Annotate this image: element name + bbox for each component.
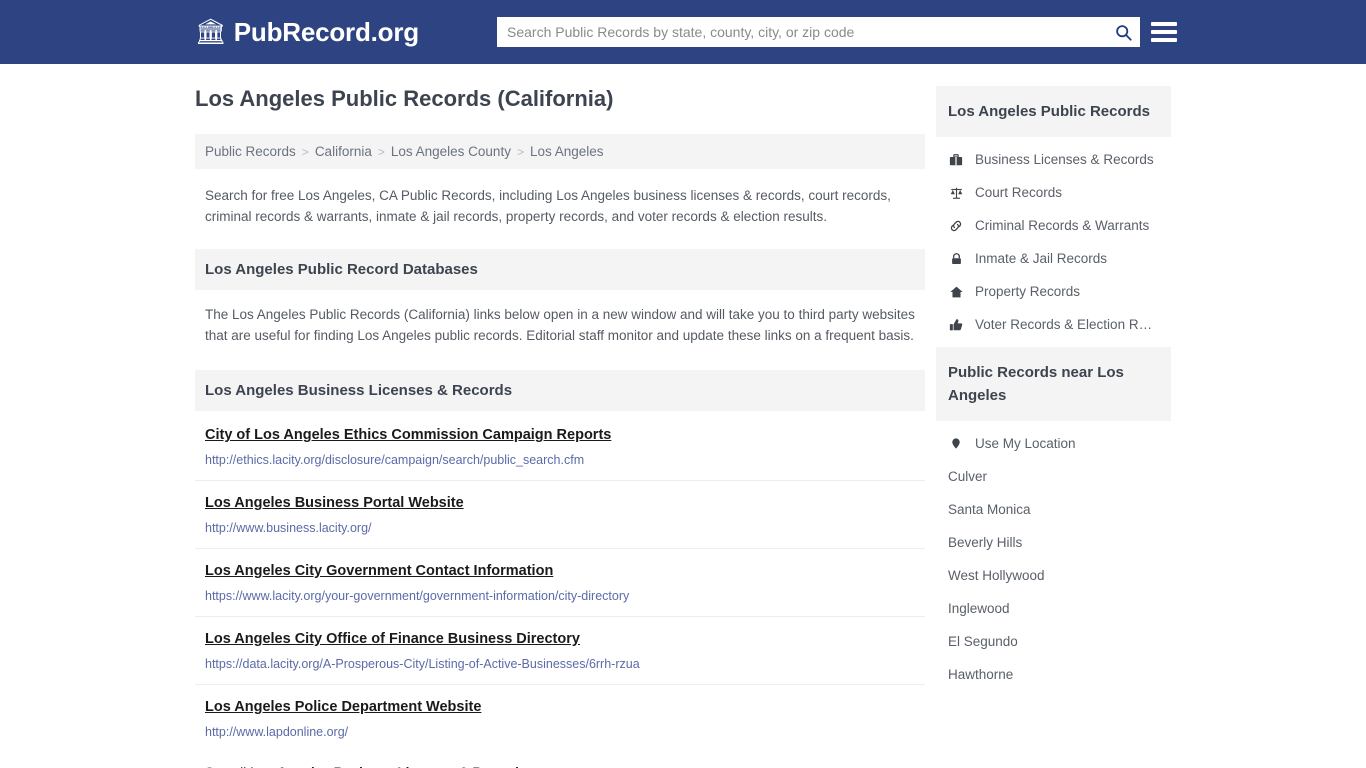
sidebar-item-use-my-location[interactable]: Use My Location: [936, 427, 1171, 460]
records-panel-heading: Los Angeles Public Records: [936, 86, 1171, 137]
breadcrumb-item-public-records[interactable]: Public Records: [205, 144, 296, 159]
sidebar-item-label: Property Records: [975, 284, 1081, 299]
intro-paragraph: Search for free Los Angeles, CA Public R…: [205, 188, 891, 224]
business-licenses-heading: Los Angeles Business Licenses & Records: [195, 370, 925, 411]
records-panel: Los Angeles Public Records Business Lice…: [936, 86, 1171, 341]
briefcase-icon: [948, 153, 964, 167]
list-item: City of Los Angeles Ethics Commission Ca…: [195, 413, 925, 481]
sidebar-item-label: Culver: [948, 469, 988, 484]
databases-heading: Los Angeles Public Record Databases: [195, 249, 925, 290]
record-link-title[interactable]: Los Angeles City Government Contact Info…: [205, 563, 553, 579]
nearby-panel-list: Use My Location Culver Santa Monica Beve…: [936, 421, 1171, 691]
list-item: Los Angeles Business Portal Website http…: [195, 481, 925, 549]
sidebar-item-el-segundo[interactable]: El Segundo: [936, 625, 1171, 658]
record-link-url[interactable]: http://www.business.lacity.org/: [205, 521, 915, 535]
sidebar-item-inglewood[interactable]: Inglewood: [936, 592, 1171, 625]
sidebar-item-label: Beverly Hills: [948, 535, 1023, 550]
list-item: Los Angeles City Government Contact Info…: [195, 549, 925, 617]
sidebar-item-property-records[interactable]: Property Records: [936, 275, 1171, 308]
sidebar-item-label: Inglewood: [948, 601, 1010, 616]
brand-name: PubRecord.org: [233, 16, 419, 47]
sidebar-item-label: Business Licenses & Records: [975, 152, 1154, 167]
sidebar-item-label: Santa Monica: [948, 502, 1031, 517]
list-item: Los Angeles Police Department Website ht…: [195, 685, 925, 752]
record-link-title[interactable]: Los Angeles Business Portal Website: [205, 495, 464, 511]
site-logo[interactable]: 🏛 PubRecord.org: [195, 17, 419, 48]
record-link-list: City of Los Angeles Ethics Commission Ca…: [195, 413, 925, 752]
record-link-title[interactable]: Los Angeles Police Department Website: [205, 699, 481, 715]
search-icon: [1115, 24, 1132, 41]
nearby-panel-heading: Public Records near Los Angeles: [936, 347, 1171, 421]
sidebar-item-west-hollywood[interactable]: West Hollywood: [936, 559, 1171, 592]
sidebar-item-santa-monica[interactable]: Santa Monica: [936, 493, 1171, 526]
home-icon: [948, 285, 964, 299]
page-body: Los Angeles Public Records (California) …: [0, 64, 1366, 768]
chain-link-icon: [948, 219, 964, 233]
sidebar-item-label: Use My Location: [975, 436, 1076, 451]
sidebar-item-label: Hawthorne: [948, 667, 1014, 682]
hamburger-bar: [1151, 22, 1177, 26]
sidebar-item-label: Voter Records & Election R…: [975, 317, 1153, 332]
sidebar-item-label: Criminal Records & Warrants: [975, 218, 1150, 233]
hamburger-menu-icon[interactable]: [1151, 19, 1177, 45]
search-button[interactable]: [1106, 17, 1140, 47]
databases-paragraph: The Los Angeles Public Records (Californ…: [205, 307, 915, 343]
sidebar-item-label: West Hollywood: [948, 568, 1045, 583]
site-header: 🏛 PubRecord.org: [0, 0, 1366, 64]
sidebar: Los Angeles Public Records Business Lice…: [936, 64, 1171, 768]
breadcrumb-item-los-angeles[interactable]: Los Angeles: [530, 144, 604, 159]
record-link-url[interactable]: http://www.lapdonline.org/: [205, 725, 915, 739]
thumbs-up-icon: [948, 318, 964, 332]
nearby-panel: Public Records near Los Angeles Use My L…: [936, 347, 1171, 691]
map-pin-icon: [948, 436, 964, 451]
sidebar-item-label: El Segundo: [948, 634, 1018, 649]
sidebar-item-voter-records[interactable]: Voter Records & Election R…: [936, 308, 1171, 341]
chevron-right-icon: >: [516, 144, 524, 159]
sidebar-item-inmate-jail-records[interactable]: Inmate & Jail Records: [936, 242, 1171, 275]
record-link-url[interactable]: https://www.lacity.org/your-government/g…: [205, 589, 915, 603]
hamburger-bar: [1151, 30, 1177, 34]
sidebar-item-hawthorne[interactable]: Hawthorne: [936, 658, 1171, 691]
page-title: Los Angeles Public Records (California): [195, 86, 614, 111]
list-item: Los Angeles City Office of Finance Busin…: [195, 617, 925, 685]
lock-icon: [948, 252, 964, 266]
breadcrumb: Public Records > California > Los Angele…: [195, 134, 925, 169]
sidebar-item-culver[interactable]: Culver: [936, 460, 1171, 493]
bank-icon: 🏛: [195, 17, 227, 46]
sidebar-item-label: Inmate & Jail Records: [975, 251, 1108, 266]
record-link-url[interactable]: https://data.lacity.org/A-Prosperous-Cit…: [205, 657, 915, 671]
sidebar-item-beverly-hills[interactable]: Beverly Hills: [936, 526, 1171, 559]
chevron-right-icon: >: [301, 144, 309, 159]
see-all-row: See all Los Angeles Business Licenses & …: [195, 752, 925, 768]
breadcrumb-item-los-angeles-county[interactable]: Los Angeles County: [391, 144, 511, 159]
scales-of-justice-icon: [948, 186, 964, 200]
search-input[interactable]: [497, 17, 1106, 47]
sidebar-item-court-records[interactable]: Court Records: [936, 176, 1171, 209]
main-content: Los Angeles Public Records (California) …: [195, 64, 925, 768]
record-link-title[interactable]: Los Angeles City Office of Finance Busin…: [205, 631, 580, 647]
search-bar: [497, 17, 1140, 47]
record-link-url[interactable]: http://ethics.lacity.org/disclosure/camp…: [205, 453, 915, 467]
hamburger-bar: [1151, 38, 1177, 42]
record-link-title[interactable]: City of Los Angeles Ethics Commission Ca…: [205, 427, 611, 443]
sidebar-item-business-licenses[interactable]: Business Licenses & Records: [936, 143, 1171, 176]
records-panel-list: Business Licenses & Records Court Record…: [936, 137, 1171, 341]
sidebar-item-criminal-records[interactable]: Criminal Records & Warrants: [936, 209, 1171, 242]
breadcrumb-item-california[interactable]: California: [315, 144, 372, 159]
chevron-right-icon: >: [377, 144, 385, 159]
sidebar-item-label: Court Records: [975, 185, 1063, 200]
